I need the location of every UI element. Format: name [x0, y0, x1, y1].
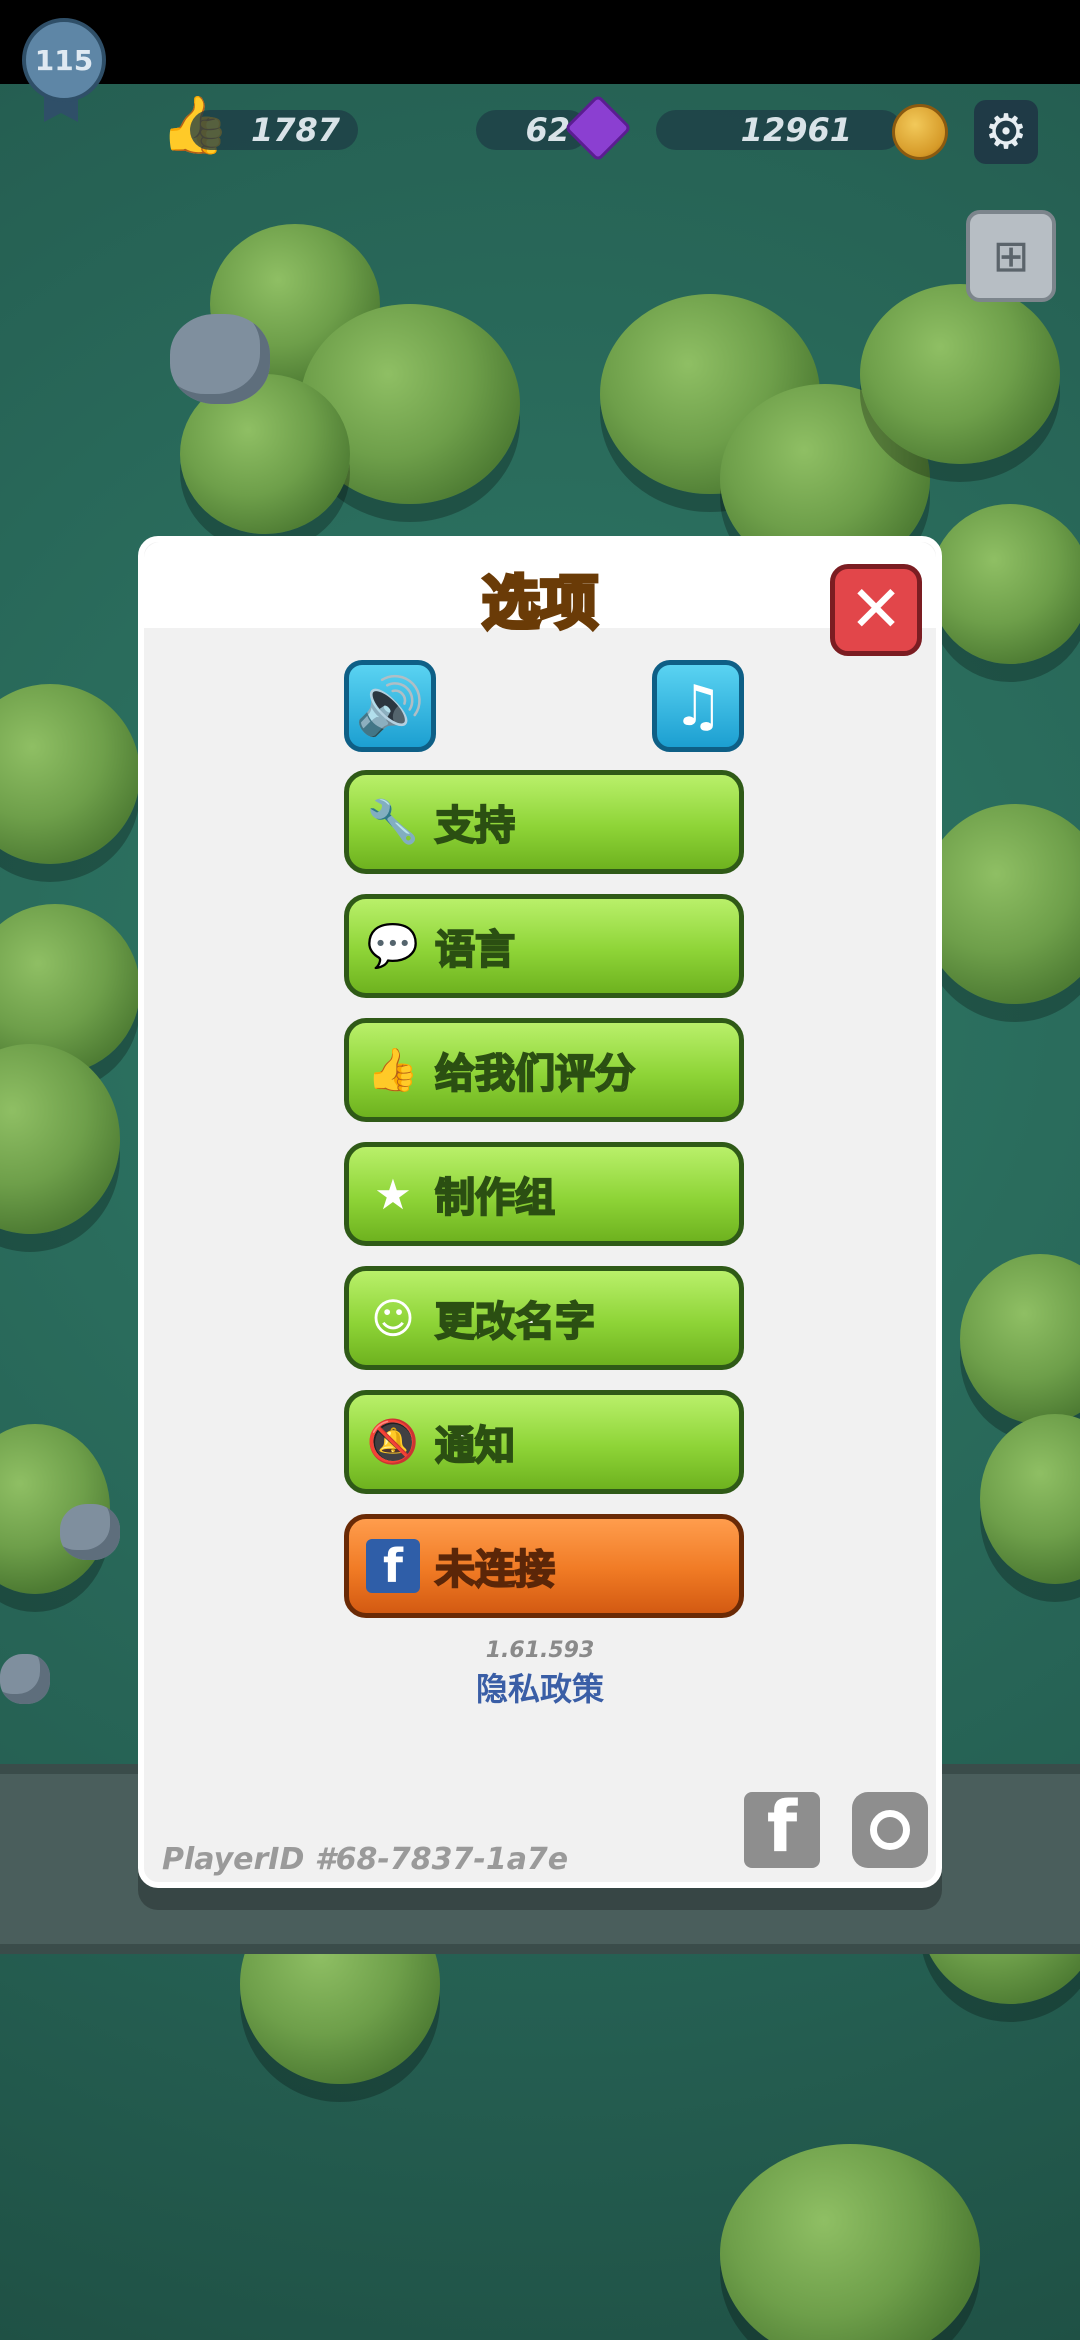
player-id: PlayerID #68-7837-1a7e	[162, 1842, 569, 1877]
rock	[0, 1654, 50, 1704]
rate-us-button[interactable]: 👍 给我们评分	[344, 1018, 744, 1122]
rock	[170, 314, 270, 404]
tree	[860, 284, 1060, 464]
instagram-social-button[interactable]	[852, 1792, 928, 1868]
map-button[interactable]: ⊞	[966, 210, 1056, 302]
facebook-social-button[interactable]: f	[744, 1786, 820, 1868]
star-icon: ★	[374, 1169, 412, 1219]
chat-icon: 💬	[366, 921, 420, 970]
support-label: 支持	[434, 802, 516, 850]
likes-counter: 1787	[190, 110, 358, 150]
tree	[0, 1044, 120, 1234]
close-icon: ✕	[849, 573, 903, 647]
gear-icon: ⚙	[984, 104, 1028, 160]
notifications-label: 通知	[434, 1422, 516, 1470]
options-dialog: 选项 ✕ 🔊 ♫ 🔧 支持 💬 语言 👍 给我们评分 ★ 制作组 ☺ 更改名字 …	[138, 536, 942, 1888]
name-tag-icon: ☺	[371, 1293, 415, 1343]
change-name-label: 更改名字	[434, 1298, 596, 1346]
privacy-policy-link[interactable]: 隐私政策	[144, 1664, 936, 1710]
tree	[960, 1254, 1080, 1424]
dialog-title: 选项	[480, 567, 600, 639]
version-text: 1.61.593	[485, 1638, 595, 1663]
credits-button[interactable]: ★ 制作组	[344, 1142, 744, 1246]
music-note-icon: ♫	[672, 673, 724, 739]
facebook-icon: f	[365, 1538, 421, 1594]
facebook-icon: f	[766, 1786, 798, 1868]
change-name-button[interactable]: ☺ 更改名字	[344, 1266, 744, 1370]
bell-muted-icon: 🔕	[366, 1417, 420, 1466]
thumbs-up-icon: 👍	[366, 1045, 420, 1094]
language-button[interactable]: 💬 语言	[344, 894, 744, 998]
facebook-connect-button[interactable]: f 未连接	[344, 1514, 744, 1618]
support-button[interactable]: 🔧 支持	[344, 770, 744, 874]
rock	[60, 1504, 120, 1560]
map-icon: ⊞	[992, 230, 1030, 282]
close-button[interactable]: ✕	[830, 564, 922, 656]
rate-us-label: 给我们评分	[434, 1050, 636, 1098]
tree	[0, 684, 140, 864]
notifications-button[interactable]: 🔕 通知	[344, 1390, 744, 1494]
music-toggle-button[interactable]: ♫	[652, 660, 744, 752]
level-value: 115	[22, 18, 106, 102]
wrench-icon: 🔧	[366, 797, 420, 846]
settings-button[interactable]: ⚙	[974, 100, 1038, 164]
tree	[920, 804, 1080, 1004]
credits-label: 制作组	[434, 1174, 556, 1222]
language-label: 语言	[434, 926, 516, 974]
instagram-icon	[870, 1810, 910, 1850]
tree	[980, 1414, 1080, 1584]
sound-toggle-button[interactable]: 🔊	[344, 660, 436, 752]
tree	[720, 2144, 980, 2340]
coins-counter: 12961	[656, 110, 902, 150]
coin-icon	[892, 104, 948, 160]
facebook-connect-label: 未连接	[434, 1546, 556, 1594]
status-bar	[0, 0, 1080, 84]
tree	[930, 504, 1080, 664]
speaker-icon: 🔊	[355, 674, 425, 739]
